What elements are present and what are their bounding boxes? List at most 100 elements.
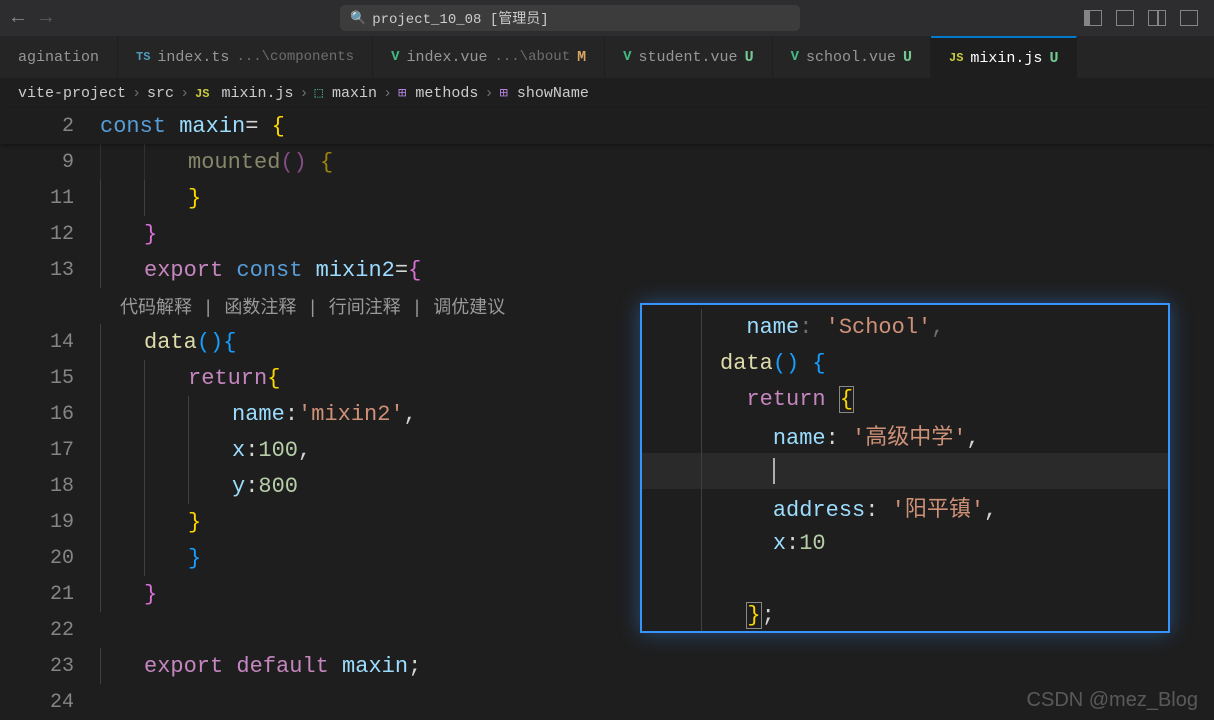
javascript-icon: JS bbox=[949, 51, 963, 65]
line-number: 20 bbox=[0, 547, 100, 570]
peek-code-content: address: '阳平镇', bbox=[702, 491, 997, 523]
breadcrumb-item[interactable]: src bbox=[147, 85, 174, 102]
codelens: 代码解释 | 函数注释 | 行间注释 | 调优建议 bbox=[100, 293, 505, 319]
line-number: 11 bbox=[0, 187, 100, 210]
breadcrumb-separator: › bbox=[132, 85, 141, 102]
line-number: 12 bbox=[0, 223, 100, 246]
breadcrumb-item[interactable]: JS mixin.js bbox=[195, 85, 293, 102]
code-line[interactable]: 13export const mixin2={ bbox=[0, 252, 1214, 288]
forward-arrow-icon[interactable]: → bbox=[40, 7, 52, 30]
tab-label: index.ts bbox=[157, 49, 229, 66]
line-number: 14 bbox=[0, 331, 100, 354]
editor-tabs: aginationTSindex.ts...\componentsVindex.… bbox=[0, 36, 1214, 78]
untracked-indicator: U bbox=[903, 49, 912, 66]
toggle-secondary-icon[interactable] bbox=[1148, 10, 1166, 26]
peek-code-content bbox=[702, 458, 775, 484]
code-content: y:800 bbox=[100, 468, 298, 504]
code-line[interactable]: 12} bbox=[0, 216, 1214, 252]
titlebar: ← → 🔍 project_10_08 [管理员] bbox=[0, 0, 1214, 36]
code-line[interactable]: 9mounted() { bbox=[0, 144, 1214, 180]
line-number: 16 bbox=[0, 403, 100, 426]
breadcrumb-item[interactable]: ⬚ maxin bbox=[315, 85, 377, 102]
code-content: export default maxin; bbox=[100, 648, 421, 684]
variable-icon: ⬚ bbox=[315, 86, 323, 102]
peek-code-content: name: 'School', bbox=[702, 315, 944, 340]
tab-mixin-js[interactable]: JSmixin.jsU bbox=[931, 36, 1077, 78]
tab-label: student.vue bbox=[639, 49, 738, 66]
tab-label: school.vue bbox=[806, 49, 896, 66]
vue-icon: V bbox=[791, 49, 799, 65]
method-icon: ⊞ bbox=[499, 86, 507, 102]
line-number: 9 bbox=[0, 151, 100, 174]
nav-arrows: ← → bbox=[8, 7, 56, 30]
code-content: } bbox=[100, 540, 201, 576]
line-number: 15 bbox=[0, 367, 100, 390]
line-number: 18 bbox=[0, 475, 100, 498]
peek-code-content: x:10 bbox=[702, 531, 826, 556]
tab-school-vue[interactable]: Vschool.vue U bbox=[773, 36, 931, 78]
code-content: mounted() { bbox=[100, 144, 333, 180]
code-line: const maxin= { bbox=[100, 114, 285, 139]
peek-gutter bbox=[642, 561, 702, 597]
peek-code-line[interactable] bbox=[642, 453, 1168, 489]
code-line[interactable]: 23export default maxin; bbox=[0, 648, 1214, 684]
peek-code-line[interactable]: address: '阳平镇', bbox=[642, 489, 1168, 525]
line-number: 17 bbox=[0, 439, 100, 462]
peek-code-content: name: '高级中学', bbox=[702, 419, 980, 451]
peek-code-line[interactable]: x:10 bbox=[642, 525, 1168, 561]
peek-code-line[interactable]: }; bbox=[642, 597, 1168, 633]
breadcrumb-item[interactable]: ⊞ methods bbox=[398, 85, 478, 102]
peek-code-line[interactable]: name: '高级中学', bbox=[642, 417, 1168, 453]
peek-gutter bbox=[642, 309, 702, 345]
javascript-icon: JS bbox=[195, 87, 209, 101]
breadcrumb-item[interactable]: ⊞ showName bbox=[499, 85, 588, 102]
peek-gutter bbox=[642, 417, 702, 453]
toggle-sidebar-icon[interactable] bbox=[1084, 10, 1102, 26]
tab-label: agination bbox=[18, 49, 99, 66]
peek-gutter bbox=[642, 597, 702, 633]
breadcrumb-separator: › bbox=[484, 85, 493, 102]
code-content: export const mixin2={ bbox=[100, 252, 421, 288]
breadcrumb[interactable]: vite-project › src › JS mixin.js › ⬚ maxin › ⊞ m… bbox=[0, 78, 1214, 108]
code-line[interactable]: 11} bbox=[0, 180, 1214, 216]
line-number: 2 bbox=[0, 115, 100, 138]
peek-view[interactable]: name: 'School', data() { return { name: '… bbox=[640, 303, 1170, 633]
tab-label: index.vue bbox=[406, 49, 487, 66]
tab-student-vue[interactable]: Vstudent.vue U bbox=[605, 36, 772, 78]
watermark: CSDN @mez_Blog bbox=[1027, 689, 1198, 712]
untracked-indicator: U bbox=[745, 49, 754, 66]
breadcrumb-item[interactable]: vite-project bbox=[18, 85, 126, 102]
code-content: } bbox=[100, 180, 201, 216]
peek-gutter bbox=[642, 345, 702, 381]
tab-index-vue[interactable]: Vindex.vue...\aboutM bbox=[373, 36, 605, 78]
tab-path: ...\about bbox=[494, 49, 570, 65]
typescript-icon: TS bbox=[136, 50, 150, 64]
vue-icon: V bbox=[391, 49, 399, 65]
method-icon: ⊞ bbox=[398, 86, 406, 102]
code-content: x:100, bbox=[100, 432, 311, 468]
peek-code-line[interactable]: data() { bbox=[642, 345, 1168, 381]
peek-code-line[interactable]: name: 'School', bbox=[642, 309, 1168, 345]
customize-layout-icon[interactable] bbox=[1180, 10, 1198, 26]
peek-gutter bbox=[642, 489, 702, 525]
peek-code-line[interactable]: return { bbox=[642, 381, 1168, 417]
breadcrumb-separator: › bbox=[383, 85, 392, 102]
toggle-panel-icon[interactable] bbox=[1116, 10, 1134, 26]
command-center[interactable]: 🔍 project_10_08 [管理员] bbox=[340, 5, 800, 31]
search-icon: 🔍 bbox=[350, 11, 366, 26]
layout-controls bbox=[1084, 10, 1206, 26]
peek-code-content: return { bbox=[702, 387, 854, 412]
vue-icon: V bbox=[623, 49, 631, 65]
tab-agination[interactable]: agination bbox=[0, 36, 118, 78]
sticky-scroll[interactable]: 2 const maxin= { bbox=[0, 108, 1214, 144]
peek-gutter bbox=[642, 381, 702, 417]
line-number: 13 bbox=[0, 259, 100, 282]
code-content: name:'mixin2', bbox=[100, 396, 417, 432]
peek-code-line[interactable] bbox=[642, 561, 1168, 597]
editor-area[interactable]: 2 const maxin= { 9mounted() {11}12}13exp… bbox=[0, 108, 1214, 720]
back-arrow-icon[interactable]: ← bbox=[12, 7, 24, 30]
tab-index-ts[interactable]: TSindex.ts...\components bbox=[118, 36, 373, 78]
code-content: } bbox=[100, 504, 201, 540]
tab-label: mixin.js bbox=[970, 50, 1042, 67]
breadcrumb-separator: › bbox=[180, 85, 189, 102]
